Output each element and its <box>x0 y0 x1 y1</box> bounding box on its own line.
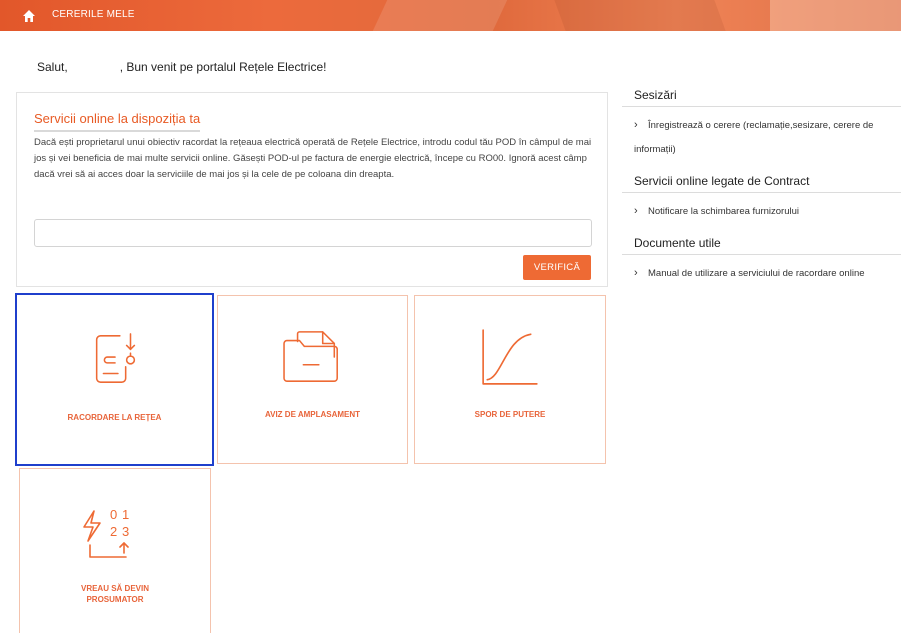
link-register-request[interactable]: › Înregistrează o cerere (reclamație,sesi… <box>622 113 901 162</box>
chevron-right-icon: › <box>634 267 638 279</box>
tile-site-permit[interactable]: AVIZ DE AMPLASAMENT <box>217 295 408 464</box>
section-contract-services: Servicii online legate de Contract › Noti… <box>622 174 901 224</box>
top-banner: CERERILE MELE <box>0 0 901 31</box>
svg-text:0: 0 <box>110 507 117 522</box>
greeting-prefix: Salut, <box>37 60 68 74</box>
chevron-right-icon: › <box>634 205 638 217</box>
link-text[interactable]: Înregistrează o cerere (reclamație,sesiz… <box>634 120 873 155</box>
prosumer-energy-icon: 0 1 2 3 <box>83 507 129 558</box>
banner-decoration <box>372 0 508 31</box>
connection-request-icon <box>95 333 136 383</box>
online-services-card: Servicii online la dispoziția ta Dacă eș… <box>16 92 608 287</box>
tile-label: VREAU SĂ DEVIN PROSUMATOR <box>80 584 149 604</box>
tile-power-increase[interactable]: SPOR DE PUTERE <box>414 295 606 464</box>
svg-text:2: 2 <box>110 524 117 539</box>
section-title: Documente utile <box>622 236 901 255</box>
folder-document-icon <box>283 331 338 382</box>
section-useful-documents: Documente utile › Manual de utilizare a s… <box>622 236 901 286</box>
breadcrumb-my-requests[interactable]: CERERILE MELE <box>52 9 135 20</box>
tile-label: AVIZ DE AMPLASAMENT <box>264 410 361 419</box>
power-curve-icon <box>482 329 538 385</box>
verify-button[interactable]: VERIFICĂ <box>523 255 591 280</box>
right-sidebar: Sesizări › Înregistrează o cerere (reclam… <box>622 88 901 298</box>
pod-code-input[interactable] <box>34 219 592 247</box>
tile-label: SPOR DE PUTERE <box>474 410 546 419</box>
home-icon[interactable] <box>22 9 36 23</box>
tile-label: RACORDARE LA REȚEA <box>67 413 162 422</box>
link-text[interactable]: Manual de utilizare a serviciului de rac… <box>648 268 865 279</box>
greeting-suffix: , Bun venit pe portalul Rețele Electrice… <box>119 60 327 74</box>
section-title: Servicii online legate de Contract <box>622 174 901 193</box>
services-card-description: Dacă ești proprietarul unui obiectiv rac… <box>34 137 592 180</box>
section-title: Sesizări <box>622 88 901 107</box>
link-user-manual[interactable]: › Manual de utilizare a serviciului de ra… <box>622 261 901 286</box>
section-complaints: Sesizări › Înregistrează o cerere (reclam… <box>622 88 901 162</box>
svg-text:1: 1 <box>122 507 129 522</box>
banner-decoration <box>770 0 901 31</box>
chevron-right-icon: › <box>634 119 638 131</box>
services-card-title: Servicii online la dispoziția ta <box>34 111 201 132</box>
svg-text:3: 3 <box>122 524 129 539</box>
link-supplier-change[interactable]: › Notificare la schimbarea furnizorului <box>622 199 901 224</box>
tile-prosumer[interactable]: 0 1 2 3 VREAU SĂ DEVIN PROSUMATOR <box>19 468 211 633</box>
link-text[interactable]: Notificare la schimbarea furnizorului <box>648 206 799 217</box>
tile-grid-connection[interactable]: RACORDARE LA REȚEA <box>15 293 214 466</box>
welcome-message: Salut, , Bun venit pe portalul Rețele Ele… <box>37 60 326 74</box>
banner-decoration <box>554 0 726 31</box>
